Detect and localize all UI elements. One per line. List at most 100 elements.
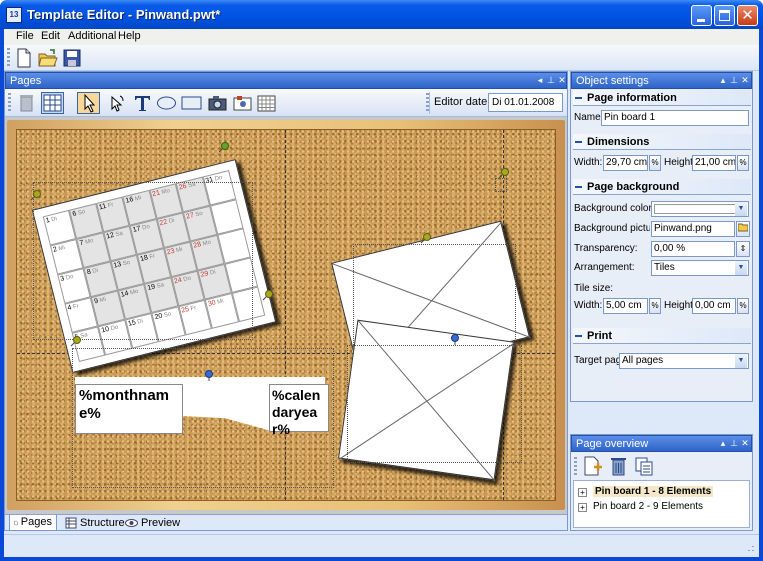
new-document-button[interactable] bbox=[15, 48, 33, 68]
pushpin-icon[interactable] bbox=[217, 142, 229, 154]
background-picture-field[interactable]: Pinwand.png bbox=[651, 221, 735, 237]
page-overview-title: Page overview bbox=[576, 438, 649, 450]
client-area: File Edit Additional Help Pages ◂ ⊥ ✕ Ed… bbox=[4, 29, 759, 557]
section-page-background[interactable]: Page background bbox=[573, 179, 751, 195]
menu-bar: File Edit Additional Help bbox=[4, 29, 759, 45]
add-page-icon bbox=[584, 456, 602, 476]
tile-height-field[interactable]: 0,00 cm bbox=[692, 298, 736, 314]
pushpin-icon[interactable] bbox=[419, 233, 431, 245]
width-unit-button[interactable]: % bbox=[649, 155, 661, 171]
section-page-information[interactable]: Page information bbox=[573, 90, 751, 106]
close-icon: ✕ bbox=[741, 7, 754, 24]
tile-width-label: Width: bbox=[574, 300, 603, 311]
pushpin-icon[interactable] bbox=[261, 290, 273, 302]
pushpin-icon[interactable] bbox=[497, 168, 509, 180]
pushpin-icon[interactable] bbox=[29, 190, 41, 202]
text-tool-button[interactable] bbox=[131, 92, 154, 114]
page-icon bbox=[14, 520, 18, 525]
editor-date-label: Editor date: bbox=[434, 96, 491, 108]
close-button[interactable]: ✕ bbox=[737, 5, 758, 26]
toolbar-grip[interactable] bbox=[8, 93, 11, 113]
calendar-tool-button[interactable] bbox=[255, 92, 278, 114]
width-field[interactable]: 29,70 cm bbox=[603, 155, 648, 171]
minimize-icon bbox=[697, 19, 705, 22]
grid-toggle-button[interactable] bbox=[41, 92, 64, 114]
save-disk-icon bbox=[63, 49, 81, 67]
pinboard-frame: 1 Di 6 So 11 Fr 16 Mi 21 Mo 26 Sa 31 Do 2 Mi 7 M… bbox=[7, 120, 565, 510]
pushpin-icon[interactable] bbox=[203, 370, 215, 382]
browse-button[interactable] bbox=[736, 221, 750, 237]
close-panel-icon[interactable]: ✕ bbox=[556, 74, 568, 86]
selection-box bbox=[33, 182, 253, 340]
tab-pages[interactable]: Pages bbox=[9, 515, 57, 531]
delete-page-button[interactable] bbox=[607, 455, 629, 477]
list-item[interactable]: + Pin board 2 - 9 Elements bbox=[578, 500, 703, 514]
toolbar-grip[interactable] bbox=[7, 48, 10, 68]
image-frame-tool-button[interactable] bbox=[231, 92, 254, 114]
section-dimensions[interactable]: Dimensions bbox=[573, 134, 751, 150]
target-page-label: Target page: bbox=[574, 355, 620, 366]
pushpin-icon[interactable] bbox=[69, 336, 81, 348]
pushpin-icon[interactable] bbox=[449, 334, 461, 346]
editor-date-field[interactable]: Di 01.01.2008 bbox=[488, 93, 563, 112]
arrangement-select[interactable]: Tiles ▼ bbox=[651, 260, 749, 276]
tile-size-label: Tile size: bbox=[574, 283, 614, 294]
height-field[interactable]: 21,00 cm bbox=[692, 155, 736, 171]
cork-background[interactable]: 1 Di 6 So 11 Fr 16 Mi 21 Mo 26 Sa 31 Do 2 Mi 7 M… bbox=[16, 129, 556, 501]
resize-grip-icon[interactable] bbox=[742, 543, 754, 555]
name-field[interactable]: Pin board 1 bbox=[601, 110, 749, 126]
app-icon[interactable]: 13 bbox=[6, 7, 22, 23]
transparency-field[interactable]: 0,00 % bbox=[651, 241, 735, 257]
delete-button[interactable] bbox=[15, 92, 38, 114]
tab-structure[interactable]: Structure bbox=[61, 515, 129, 531]
minimize-button[interactable] bbox=[691, 5, 712, 26]
chevron-down-icon: ▼ bbox=[735, 261, 747, 275]
copy-page-icon bbox=[635, 457, 653, 476]
target-page-select[interactable]: All pages ▼ bbox=[619, 353, 749, 369]
add-page-button[interactable] bbox=[581, 455, 603, 477]
calendar-icon bbox=[257, 95, 276, 112]
collapse-icon bbox=[575, 335, 582, 337]
copy-page-button[interactable] bbox=[633, 455, 655, 477]
tile-height-label: Height: bbox=[664, 300, 696, 311]
open-folder-icon bbox=[38, 49, 58, 67]
height-unit-button[interactable]: % bbox=[737, 155, 749, 171]
menu-help[interactable]: Help bbox=[112, 29, 147, 45]
tile-width-unit-button[interactable]: % bbox=[649, 298, 661, 314]
ellipse-tool-button[interactable] bbox=[155, 92, 178, 114]
name-label: Name: bbox=[574, 112, 604, 123]
pages-panel-title: Pages bbox=[10, 75, 42, 87]
maximize-button[interactable] bbox=[714, 5, 735, 26]
transparency-spinner[interactable]: ⇕ bbox=[736, 241, 750, 257]
delete-page-icon bbox=[611, 458, 626, 476]
list-item[interactable]: + Pin board 1 - 8 Elements bbox=[578, 485, 714, 499]
rectangle-tool-button[interactable] bbox=[180, 92, 203, 114]
tile-height-unit-button[interactable]: % bbox=[737, 298, 749, 314]
main-toolbar bbox=[4, 45, 759, 71]
close-panel-icon[interactable]: ✕ bbox=[739, 437, 751, 449]
toolbar-grip[interactable] bbox=[574, 457, 577, 477]
section-print[interactable]: Print bbox=[573, 328, 751, 344]
save-button[interactable] bbox=[62, 48, 82, 68]
tile-width-field[interactable]: 5,00 cm bbox=[603, 298, 648, 314]
title-bar[interactable]: 13 Template Editor - Pinwand.pwt* ✕ bbox=[0, 0, 763, 29]
open-button[interactable] bbox=[38, 48, 58, 68]
page-overview-header: Page overview ▴ ⊥ ✕ bbox=[571, 435, 752, 452]
toolbar-grip[interactable] bbox=[426, 93, 429, 113]
toolbar-separator bbox=[429, 92, 430, 114]
background-color-picker[interactable]: ▼ bbox=[651, 201, 749, 217]
height-label: Height: bbox=[664, 157, 696, 168]
width-label: Width: bbox=[574, 157, 603, 168]
rotate-tool-button[interactable] bbox=[105, 92, 128, 114]
expand-icon[interactable]: + bbox=[578, 488, 587, 497]
expand-icon[interactable]: + bbox=[578, 503, 587, 512]
photo-icon bbox=[208, 96, 227, 111]
image-frame-icon bbox=[233, 96, 252, 111]
page-canvas[interactable]: 1 Di 6 So 11 Fr 16 Mi 21 Mo 26 Sa 31 Do 2 Mi 7 M… bbox=[5, 117, 567, 514]
close-panel-icon[interactable]: ✕ bbox=[739, 74, 751, 86]
pointer-tool-button[interactable] bbox=[77, 92, 100, 114]
structure-icon bbox=[65, 517, 77, 529]
pointer-icon bbox=[84, 93, 96, 113]
tab-preview[interactable]: Preview bbox=[121, 515, 184, 531]
photo-tool-button[interactable] bbox=[206, 92, 229, 114]
